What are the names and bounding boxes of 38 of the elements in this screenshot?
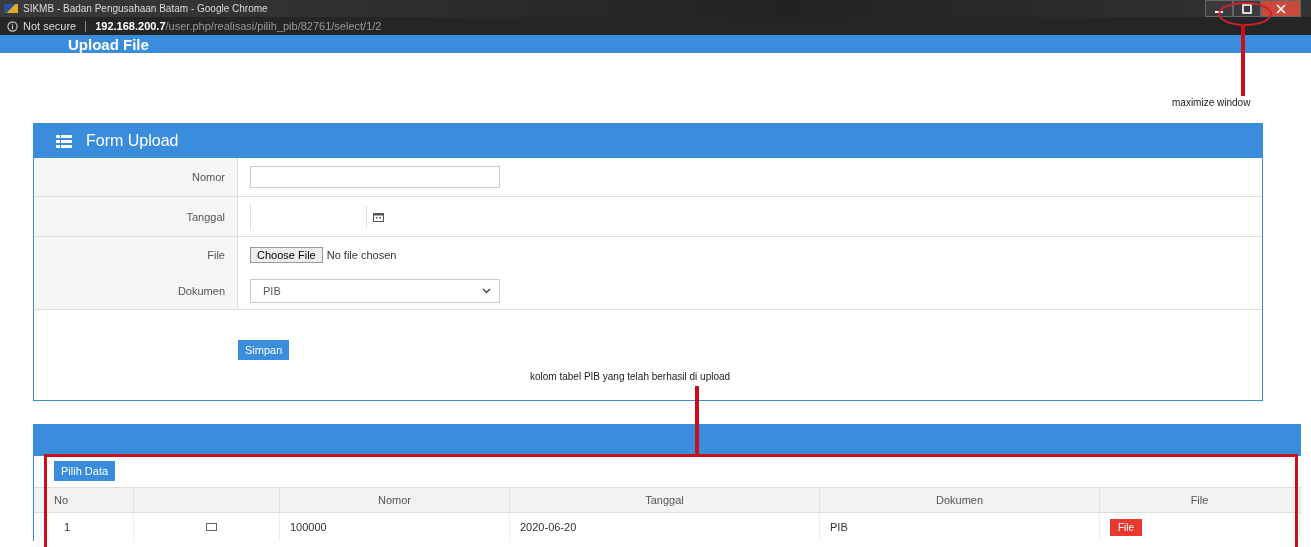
list-icon (56, 134, 72, 148)
info-icon (7, 20, 18, 32)
column-header: Nomor (280, 488, 510, 512)
close-button[interactable] (1261, 0, 1301, 17)
security-label: Not secure (23, 20, 77, 32)
input-field[interactable] (250, 166, 500, 188)
window-title: SIKMB - Badan Pengusahaan Batam - Google Chrome (23, 3, 269, 14)
table-cell: PIB (820, 513, 1100, 541)
calendar-icon (373, 211, 384, 222)
maximize-button[interactable] (1233, 0, 1261, 17)
field-label: Tanggal (186, 210, 225, 223)
column-header: Tanggal (510, 488, 820, 512)
file-status: No file chosen (326, 249, 397, 261)
annotation-text: maximize window (1172, 97, 1251, 108)
select-field[interactable]: PIB (250, 279, 500, 303)
url-text: 192.168.200.7/user.php/realisasi/pilih_pib/82761/select/1/2 (95, 20, 382, 32)
close-icon (1276, 3, 1286, 14)
file-button[interactable]: File (1110, 518, 1143, 536)
address-bar[interactable]: Not secure 192.168.200.7/user.php/realisasi/pilih_pib/82761/select/1/2 (0, 17, 1311, 35)
page-title: Upload File (68, 35, 149, 53)
minimize-button[interactable] (1205, 0, 1233, 17)
choose-file-button[interactable]: Choose File (250, 247, 323, 263)
minimize-icon (1215, 10, 1223, 13)
column-header: File (1100, 488, 1300, 512)
chevron-icon (482, 288, 491, 294)
row-checkbox[interactable] (206, 523, 217, 531)
table-cell: 100000 (280, 513, 510, 541)
app-logo-icon (4, 4, 18, 13)
maximize-icon (1242, 3, 1252, 14)
field-label: Dokumen (177, 285, 225, 297)
field-label: Nomor (192, 171, 225, 183)
table-cell: 1 (34, 513, 134, 541)
column-header: No (34, 488, 134, 512)
table-cell: 2020-06-20 (510, 513, 820, 541)
field-label: File (207, 249, 225, 261)
annotation-text: kolom tabel PIB yang telah berhasil di upload (530, 371, 731, 382)
form-title: Form Upload (86, 132, 179, 150)
column-header: Dokumen (820, 488, 1100, 512)
